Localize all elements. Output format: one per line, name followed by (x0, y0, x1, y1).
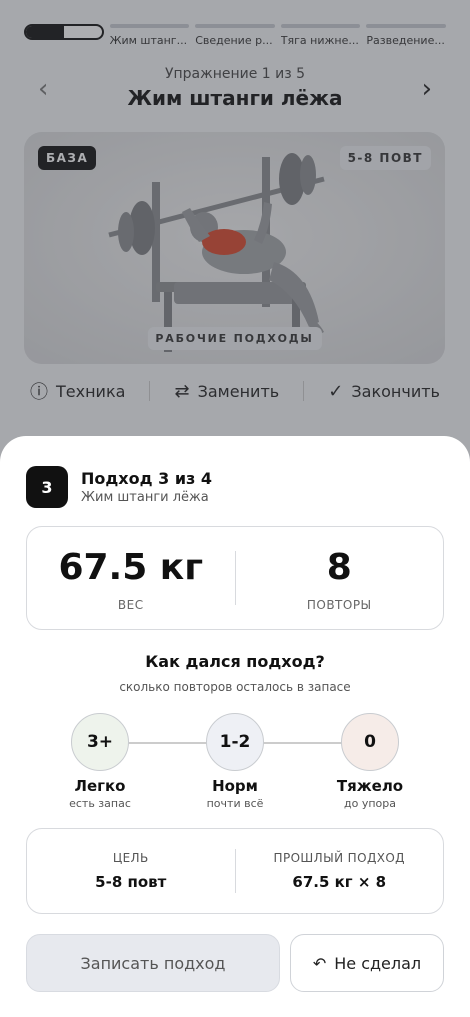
reps-value: 8 (326, 547, 352, 588)
previous-set-label: ПРОШЛЫЙ ПОДХОД (273, 851, 405, 865)
goal-label: ЦЕЛЬ (112, 851, 149, 865)
goal-value: 5-8 повт (95, 873, 167, 891)
set-log-sheet: 3 Подход 3 из 4 Жим штанги лёжа 67.5 кг … (0, 436, 470, 1017)
rir-option-name: Легко (74, 777, 126, 795)
rir-option-easy[interactable]: 3+ Легко есть запас (42, 713, 158, 810)
sheet-subtitle: Жим штанги лёжа (81, 490, 209, 505)
rir-selector: 3+ Легко есть запас 1-2 Норм почти всё 0… (40, 713, 430, 813)
weight-cell[interactable]: 67.5 кг ВЕС (27, 527, 235, 629)
rir-option-hint: есть запас (69, 797, 131, 810)
goal-card: ЦЕЛЬ 5-8 повт ПРОШЛЫЙ ПОДХОД 67.5 кг × 8 (26, 828, 444, 914)
undo-icon: ↶ (312, 953, 327, 973)
set-summary-card: 67.5 кг ВЕС 8 ПОВТОРЫ (26, 526, 444, 630)
sheet-header: 3 Подход 3 из 4 Жим штанги лёжа (26, 466, 212, 508)
rir-option-normal[interactable]: 1-2 Норм почти всё (177, 713, 293, 810)
rir-option-circle: 3+ (71, 713, 129, 771)
rir-option-hint: до упора (344, 797, 396, 810)
record-set-label: Записать подход (80, 953, 226, 973)
rir-option-name: Тяжело (336, 777, 404, 795)
rir-option-hint: почти всё (206, 797, 264, 810)
skip-set-button[interactable]: ↶ Не сделал (290, 934, 444, 992)
record-set-button[interactable]: Записать подход (26, 934, 280, 992)
goal-cell: ЦЕЛЬ 5-8 повт (27, 829, 235, 913)
weight-value: 67.5 кг (58, 547, 204, 588)
previous-set-cell: ПРОШЛЫЙ ПОДХОД 67.5 кг × 8 (236, 829, 444, 913)
previous-set-value: 67.5 кг × 8 (292, 873, 387, 891)
rir-option-hard[interactable]: 0 Тяжело до упора (312, 713, 428, 810)
rir-option-circle: 1-2 (206, 713, 264, 771)
sheet-title: Подход 3 из 4 (81, 469, 213, 488)
rir-question: Как дался подход? (145, 652, 325, 671)
set-number-badge: 3 (26, 466, 68, 508)
rir-option-name: Норм (212, 777, 258, 795)
weight-label: ВЕС (117, 598, 144, 612)
rir-option-circle: 0 (341, 713, 399, 771)
reps-cell[interactable]: 8 ПОВТОРЫ (236, 527, 444, 629)
reps-label: ПОВТОРЫ (306, 598, 372, 612)
rir-hint: сколько повторов осталось в запасе (119, 680, 351, 694)
skip-set-label: Не сделал (334, 953, 422, 973)
